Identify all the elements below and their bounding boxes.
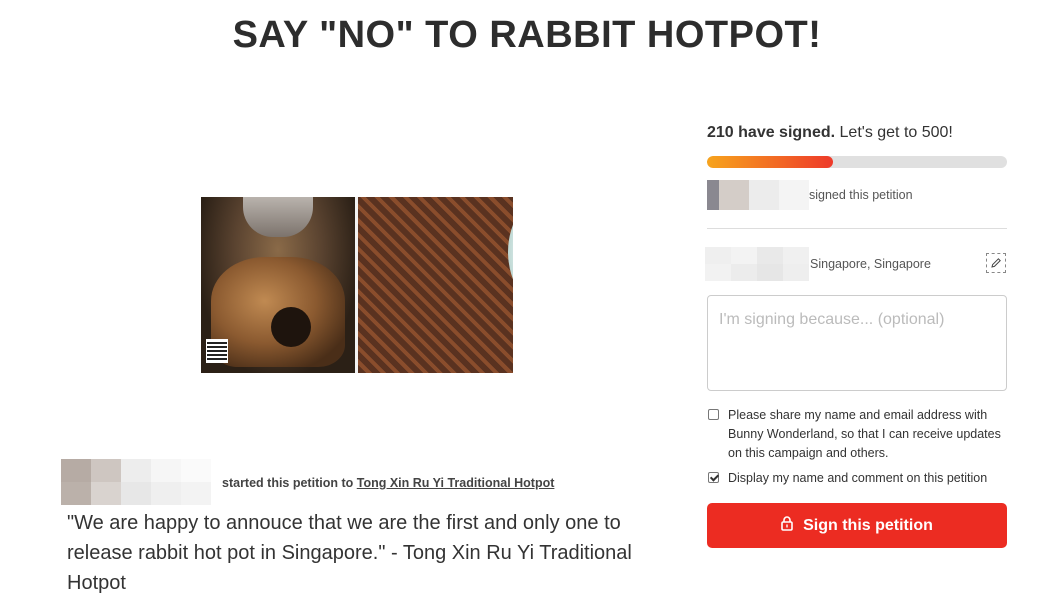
signature-progress-bar: [707, 156, 1007, 168]
share-info-label: Please share my name and email address w…: [728, 408, 1001, 460]
signed-this-petition-text: signed this petition: [809, 188, 913, 202]
share-info-checkbox[interactable]: [708, 409, 719, 420]
signature-progress-fill: [707, 156, 833, 168]
signed-count-text: 210 have signed.: [707, 124, 836, 141]
photo-panel-hotpot: [201, 197, 355, 373]
pencil-icon: [991, 258, 1001, 268]
sign-petition-label: Sign this petition: [803, 516, 933, 534]
qr-code-icon: [206, 339, 228, 363]
petition-starter-line: started this petition to Tong Xin Ru Yi …: [222, 476, 554, 490]
share-info-option: Please share my name and email address w…: [707, 406, 1007, 463]
petition-target-link[interactable]: Tong Xin Ru Yi Traditional Hotpot: [357, 476, 555, 490]
divider: [707, 228, 1007, 229]
dish-plate: [508, 197, 513, 337]
hotpot-photo: [201, 197, 513, 373]
starter-text: started this petition to: [222, 476, 354, 490]
user-avatar: [705, 247, 809, 281]
sign-petition-button[interactable]: Sign this petition: [707, 503, 1007, 548]
page-title: SAY "NO" TO RABBIT HOTPOT!: [232, 14, 822, 56]
lock-icon: [781, 515, 793, 536]
display-name-checkbox[interactable]: [708, 472, 719, 483]
pot-opening: [271, 307, 311, 347]
photo-divider: [355, 197, 358, 373]
recent-signers-avatars: [707, 180, 809, 210]
signer-location: Singapore, Singapore: [810, 257, 931, 271]
signature-count: 210 have signed. Let's get to 500!: [707, 124, 953, 142]
display-name-option: Display my name and comment on this peti…: [707, 469, 1007, 488]
starter-avatar: [61, 459, 221, 505]
petition-description: "We are happy to annouce that we are the…: [67, 512, 632, 594]
goal-text: Let's get to 500!: [839, 124, 953, 141]
comment-input[interactable]: [707, 295, 1007, 391]
display-name-label: Display my name and comment on this peti…: [728, 471, 988, 485]
edit-icon[interactable]: [986, 253, 1006, 273]
pot-lid: [243, 197, 313, 237]
photo-panel-dish: [358, 197, 513, 373]
